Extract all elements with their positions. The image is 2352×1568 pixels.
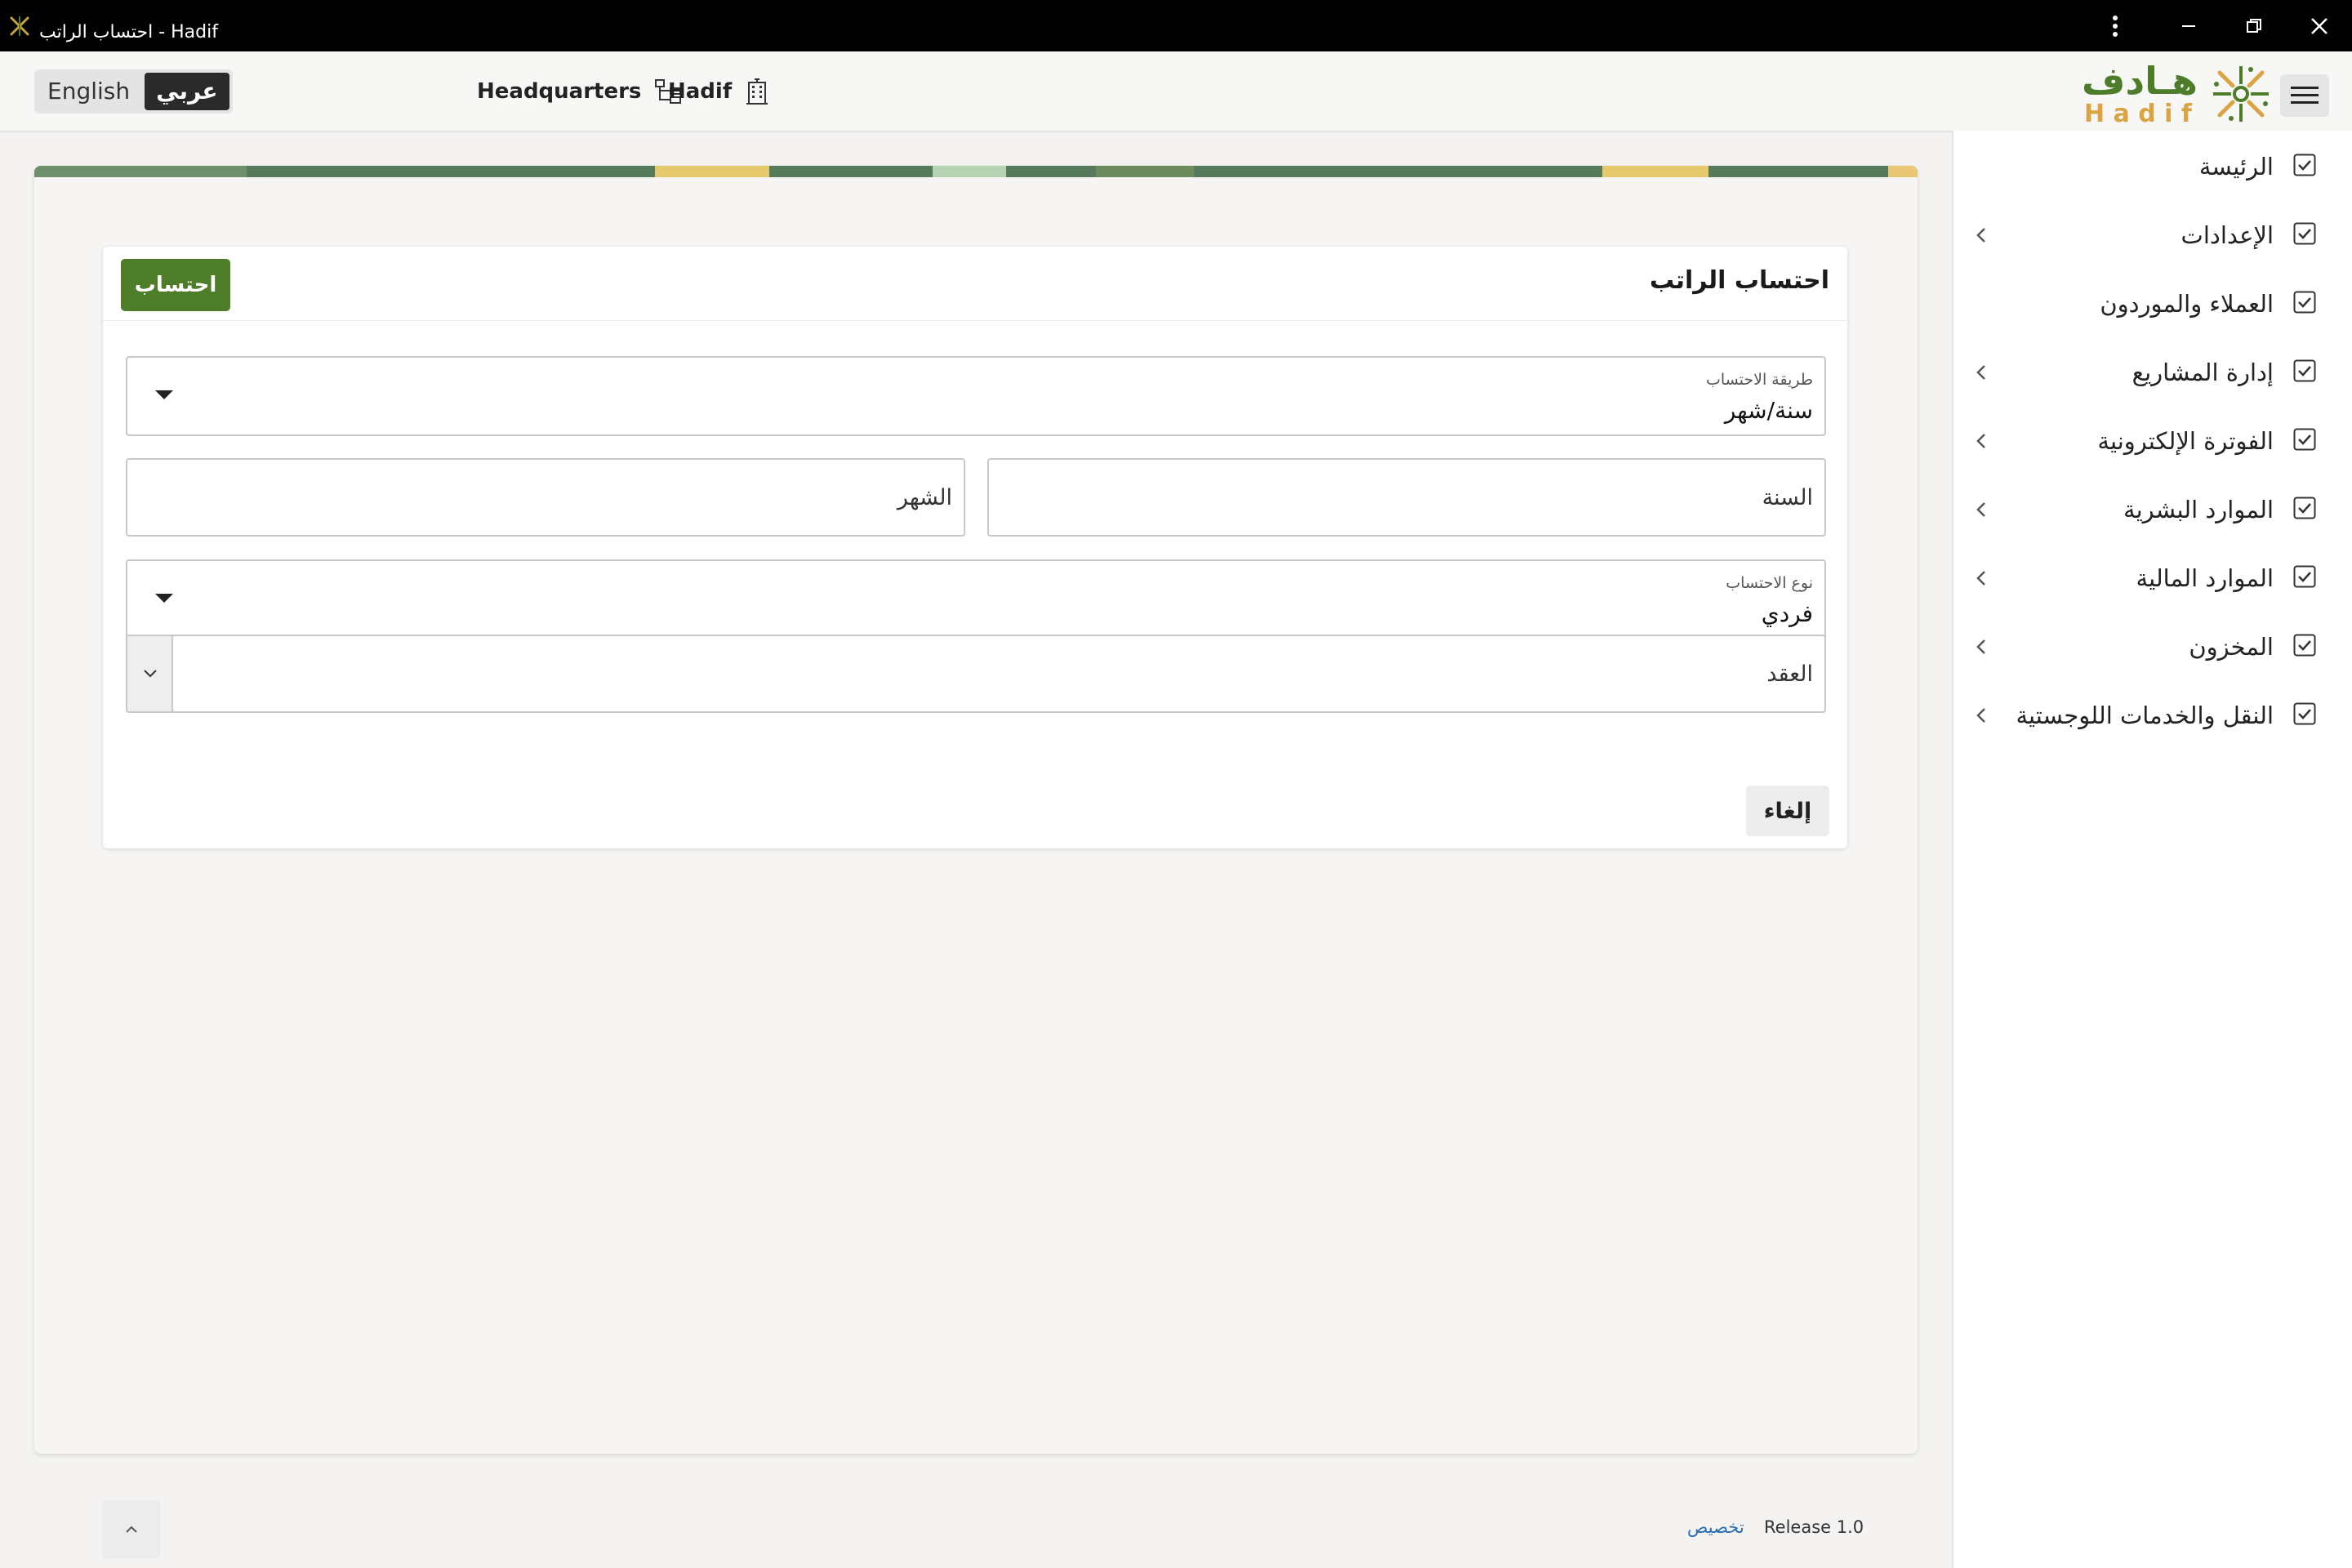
contract-input[interactable]: العقد (172, 635, 1826, 713)
checkbox-icon (2293, 222, 2316, 245)
hadif-brand-logo: هـادف H a d i f (2060, 58, 2272, 128)
divider (103, 320, 1847, 321)
checkbox-icon (2293, 565, 2316, 588)
app-logo-icon (10, 16, 29, 36)
checkbox-icon (2293, 359, 2316, 382)
form-title: احتساب الراتب (1649, 266, 1829, 295)
english-language-button[interactable]: English (34, 69, 141, 114)
sidebar-item-label: النقل والخدمات اللوجستية (2016, 702, 2274, 729)
language-switcher: English عربي (34, 69, 233, 114)
sidebar-item-label: العملاء والموردون (2100, 290, 2274, 318)
navigation-sidebar: الرئيسة الإعدادات العملاء والموردون إدار… (1952, 131, 2352, 1568)
year-placeholder: السنة (1762, 484, 1813, 510)
calculation-type-select[interactable]: نوع الاحتساب فردي (126, 559, 1826, 639)
scroll-to-top-button[interactable] (103, 1501, 160, 1558)
chevron-left-icon[interactable] (1970, 567, 1993, 590)
window-title-bar: احتساب الراتب - Hadif (0, 0, 2352, 51)
month-placeholder: الشهر (897, 484, 952, 510)
chevron-left-icon[interactable] (1970, 361, 1993, 384)
sidebar-item-label: المخزون (2189, 633, 2274, 661)
sidebar-item-label: الرئيسة (2198, 153, 2274, 180)
year-input[interactable]: السنة (987, 458, 1826, 537)
more-options-button[interactable] (2091, 0, 2140, 51)
checkbox-icon (2293, 291, 2316, 314)
brand-latin-text: H a d i f (2084, 100, 2193, 128)
checkbox-icon (2293, 428, 2316, 451)
month-input[interactable]: الشهر (126, 458, 965, 537)
salary-calculation-form: احتساب الراتب احتساب طريقة الاحتساب سنة/… (103, 247, 1847, 849)
chevron-left-icon[interactable] (1970, 704, 1993, 727)
restore-icon (2247, 18, 2261, 33)
app-header: English عربي Headquarters Hadif هـادف H … (0, 51, 2352, 132)
sidebar-item-inventory[interactable]: المخزون (1953, 614, 2352, 679)
sidebar-item-settings[interactable]: الإعدادات (1953, 203, 2352, 268)
sidebar-item-home[interactable]: الرئيسة (1953, 134, 2352, 199)
window-title: احتساب الراتب - Hadif (39, 22, 218, 42)
checkbox-icon (2293, 634, 2316, 657)
checkbox-icon (2293, 497, 2316, 519)
dropdown-caret-icon (155, 390, 173, 399)
brand-emblem-icon (2213, 66, 2269, 122)
arabic-language-button[interactable]: عربي (145, 73, 229, 110)
chevron-left-icon[interactable] (1970, 635, 1993, 658)
minimize-icon (2182, 24, 2195, 27)
release-version: Release 1.0 (1764, 1517, 1864, 1537)
calculation-type-label: نوع الاحتساب (1726, 574, 1813, 592)
sidebar-item-e-invoicing[interactable]: الفوترة الإلكترونية (1953, 408, 2352, 474)
sidebar-item-customers-suppliers[interactable]: العملاء والموردون (1953, 271, 2352, 336)
chevron-left-icon[interactable] (1970, 430, 1993, 452)
building-icon (746, 78, 768, 105)
customize-link[interactable]: تخصيص (1687, 1517, 1744, 1537)
calculate-button[interactable]: احتساب (121, 259, 230, 311)
close-window-button[interactable] (2295, 0, 2344, 51)
main-content-card: احتساب الراتب احتساب طريقة الاحتساب سنة/… (34, 166, 1918, 1454)
sidebar-item-human-resources[interactable]: الموارد البشرية (1953, 477, 2352, 542)
close-icon (2311, 17, 2328, 34)
headquarters-selector[interactable]: Headquarters (477, 69, 682, 114)
contract-lov-button[interactable] (126, 635, 173, 713)
sidebar-item-label: إدارة المشاريع (2132, 359, 2274, 386)
sidebar-item-label: الموارد المالية (2136, 564, 2274, 592)
chevron-left-icon[interactable] (1970, 224, 1993, 247)
brand-arabic-text: هـادف (2082, 59, 2198, 103)
minimize-button[interactable] (2164, 0, 2213, 51)
decorative-banner (34, 166, 1918, 177)
sidebar-item-label: الموارد البشرية (2123, 496, 2274, 523)
chevron-down-icon (144, 670, 157, 678)
checkbox-icon (2293, 154, 2316, 176)
sidebar-item-financial-resources[interactable]: الموارد المالية (1953, 546, 2352, 611)
calculation-type-value: فردي (1761, 600, 1813, 627)
hamburger-menu-icon (2291, 87, 2319, 104)
company-selector[interactable]: Hadif (668, 69, 769, 114)
dropdown-caret-icon (155, 594, 173, 603)
sidebar-item-project-management[interactable]: إدارة المشاريع (1953, 340, 2352, 405)
sidebar-item-transport-logistics[interactable]: النقل والخدمات اللوجستية (1953, 683, 2352, 748)
calculation-method-value: سنة/شهر (1724, 397, 1813, 424)
checkbox-icon (2293, 702, 2316, 725)
sidebar-item-label: الإعدادات (2180, 221, 2274, 249)
company-label: Hadif (668, 79, 733, 104)
cancel-button[interactable]: إلغاء (1746, 786, 1829, 836)
more-icon (2113, 15, 2118, 37)
chevron-left-icon[interactable] (1970, 498, 1993, 521)
restore-button[interactable] (2230, 0, 2278, 51)
calculation-method-label: طريقة الاحتساب (1706, 371, 1813, 389)
menu-toggle-button[interactable] (2280, 74, 2329, 117)
headquarters-label: Headquarters (477, 79, 642, 104)
sidebar-item-label: الفوترة الإلكترونية (2097, 427, 2274, 455)
chevron-up-icon (126, 1526, 137, 1533)
calculation-method-select[interactable]: طريقة الاحتساب سنة/شهر (126, 356, 1826, 436)
contract-placeholder: العقد (1766, 661, 1813, 687)
